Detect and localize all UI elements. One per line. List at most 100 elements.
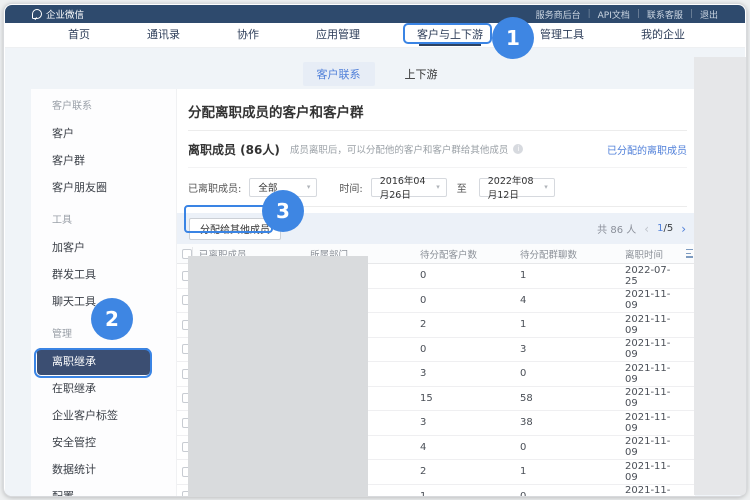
primary-nav: 首页通讯录协作应用管理客户与上下游管理工具我的企业 (5, 23, 745, 48)
sidebar-item-0-1[interactable]: 客户群 (31, 147, 176, 174)
sidebar-item-0-0[interactable]: 客户 (31, 120, 176, 147)
nav-item-6[interactable]: 我的企业 (641, 23, 685, 47)
step-badge-3: 3 (262, 190, 304, 232)
annotation-box-assign-button (184, 205, 273, 233)
sidebar-item-1-0[interactable]: 加客户 (31, 234, 176, 261)
prev-page-arrow[interactable]: ‹ (644, 222, 649, 236)
caret-down-icon: ▾ (301, 183, 311, 191)
cell-groupchats: 58 (520, 393, 625, 404)
scope-tabs: 客户联系上下游 (5, 48, 745, 86)
cell-customers: 3 (420, 417, 520, 428)
sidebar: 客户联系客户客户群客户朋友圈工具加客户群发工具聊天工具管理离职继承在职继承企业客… (31, 89, 177, 496)
cell-leavedate: 2021-11-09 (625, 412, 680, 434)
step-badge-2: 2 (91, 298, 133, 340)
redaction-block-right-edge (694, 57, 746, 495)
nav-item-2[interactable]: 协作 (237, 23, 259, 47)
cell-customers: 4 (420, 442, 520, 453)
annotation-box-nav-item (403, 23, 492, 44)
total-count: 共 86 人 (597, 221, 636, 236)
col-header-customers[interactable]: 待分配客户数 (420, 247, 520, 261)
sidebar-group-header-0: 客户联系 (31, 93, 176, 120)
topbar-links: 服务商后台 | API文档 | 联系客服 | 退出 (536, 8, 718, 21)
step-badge-1: 1 (492, 17, 534, 59)
date-from-value: 2016年04月26日 (380, 173, 430, 201)
cell-groupchats: 0 (520, 491, 625, 496)
sidebar-item-1-1[interactable]: 群发工具 (31, 261, 176, 288)
topbar-link-separator: | (637, 9, 640, 19)
page-body: 客户联系上下游 客户联系客户客户群客户朋友圈工具加客户群发工具聊天工具管理离职继… (5, 48, 745, 496)
cell-groupchats: 1 (520, 270, 625, 281)
topbar-link-separator: | (690, 9, 693, 19)
cell-groupchats: 4 (520, 295, 625, 306)
next-page-arrow[interactable]: › (681, 222, 686, 236)
pagination: 共 86 人 ‹ 1/5 › (597, 221, 686, 236)
cell-customers: 0 (420, 295, 520, 306)
cell-customers: 3 (420, 368, 520, 379)
cell-leavedate: 2021-11-09 (625, 485, 680, 496)
app-logo-text: 企业微信 (46, 7, 84, 21)
caret-down-icon: ▾ (430, 183, 440, 191)
section-header-row: 离职成员 (86人) 成员离职后，可以分配他的客户和客户群给其他成员 i 已分配… (188, 131, 687, 168)
page-title: 分配离职成员的客户和客户群 (188, 89, 687, 131)
cell-groupchats: 38 (520, 417, 625, 428)
col-header-groupchats[interactable]: 待分配群聊数 (520, 247, 625, 261)
nav-item-5[interactable]: 管理工具 (540, 23, 584, 47)
annotation-box-sidebar-item (34, 348, 152, 378)
cell-customers: 2 (420, 466, 520, 477)
topbar-link-0[interactable]: 服务商后台 (536, 8, 581, 21)
cell-customers: 2 (420, 319, 520, 330)
cell-leavedate: 2021-11-09 (625, 363, 680, 385)
sidebar-item-2-5[interactable]: 配置 (31, 483, 176, 496)
tab-0[interactable]: 客户联系 (303, 62, 375, 86)
sidebar-item-2-3[interactable]: 安全管控 (31, 429, 176, 456)
topbar-link-3[interactable]: 退出 (700, 8, 718, 21)
nav-item-3[interactable]: 应用管理 (316, 23, 360, 47)
sidebar-item-0-2[interactable]: 客户朋友圈 (31, 174, 176, 201)
cell-customers: 15 (420, 393, 520, 404)
caret-down-icon: ▾ (538, 183, 548, 191)
cell-leavedate: 2022-07-25 (625, 265, 680, 287)
sidebar-group-header-1: 工具 (31, 207, 176, 234)
nav-item-1[interactable]: 通讯录 (147, 23, 180, 47)
page-total: /5 (663, 223, 673, 234)
page-indicator: 1/5 (657, 223, 673, 234)
col-header-leavedate[interactable]: 离职时间 (625, 247, 680, 261)
sidebar-item-2-4[interactable]: 数据统计 (31, 456, 176, 483)
assigned-members-link[interactable]: 已分配的离职成员 (607, 142, 687, 157)
topbar-link-2[interactable]: 联系客服 (647, 8, 683, 21)
cell-groupchats: 1 (520, 466, 625, 477)
cell-leavedate: 2021-11-09 (625, 387, 680, 409)
cell-leavedate: 2021-11-09 (625, 314, 680, 336)
member-filter-label: 已离职成员: (188, 180, 241, 195)
topbar-link-1[interactable]: API文档 (598, 8, 630, 21)
tab-1[interactable]: 上下游 (395, 62, 448, 86)
date-from-select[interactable]: 2016年04月26日 ▾ (371, 178, 447, 197)
topbar-link-separator: | (588, 9, 591, 19)
cell-customers: 0 (420, 270, 520, 281)
filter-row: 已离职成员: 全部 ▾ 时间: 2016年04月26日 ▾ 至 2022年08月… (188, 168, 687, 207)
screenshot-root: 企业微信 服务商后台|API文档|联系客服|退出 首页通讯录协作应用管理客户与上… (0, 0, 750, 500)
info-icon: i (513, 144, 523, 154)
redaction-block-names (188, 256, 368, 497)
top-dark-bar: 企业微信 服务商后台 | API文档 | 联系客服 | 退出 (5, 5, 745, 23)
sidebar-item-2-2[interactable]: 企业客户标签 (31, 402, 176, 429)
cell-leavedate: 2021-11-09 (625, 461, 680, 483)
app-logo: 企业微信 (32, 7, 84, 21)
cell-customers: 1 (420, 491, 520, 496)
browser-card: 企业微信 服务商后台|API文档|联系客服|退出 首页通讯录协作应用管理客户与上… (3, 3, 747, 497)
date-to-value: 2022年08月12日 (488, 173, 538, 201)
chat-bubble-icon (32, 9, 42, 19)
cell-leavedate: 2021-11-09 (625, 338, 680, 360)
date-to-select[interactable]: 2022年08月12日 ▾ (479, 178, 555, 197)
cell-groupchats: 0 (520, 442, 625, 453)
cell-groupchats: 1 (520, 319, 625, 330)
date-range-to-label: 至 (457, 180, 467, 195)
cell-customers: 0 (420, 344, 520, 355)
nav-item-0[interactable]: 首页 (68, 23, 90, 47)
time-filter-label: 时间: (339, 180, 362, 195)
section-description: 成员离职后，可以分配他的客户和客户群给其他成员 (290, 142, 509, 156)
cell-groupchats: 3 (520, 344, 625, 355)
cell-leavedate: 2021-11-09 (625, 289, 680, 311)
cell-leavedate: 2021-11-09 (625, 436, 680, 458)
sidebar-item-2-1[interactable]: 在职继承 (31, 375, 176, 402)
